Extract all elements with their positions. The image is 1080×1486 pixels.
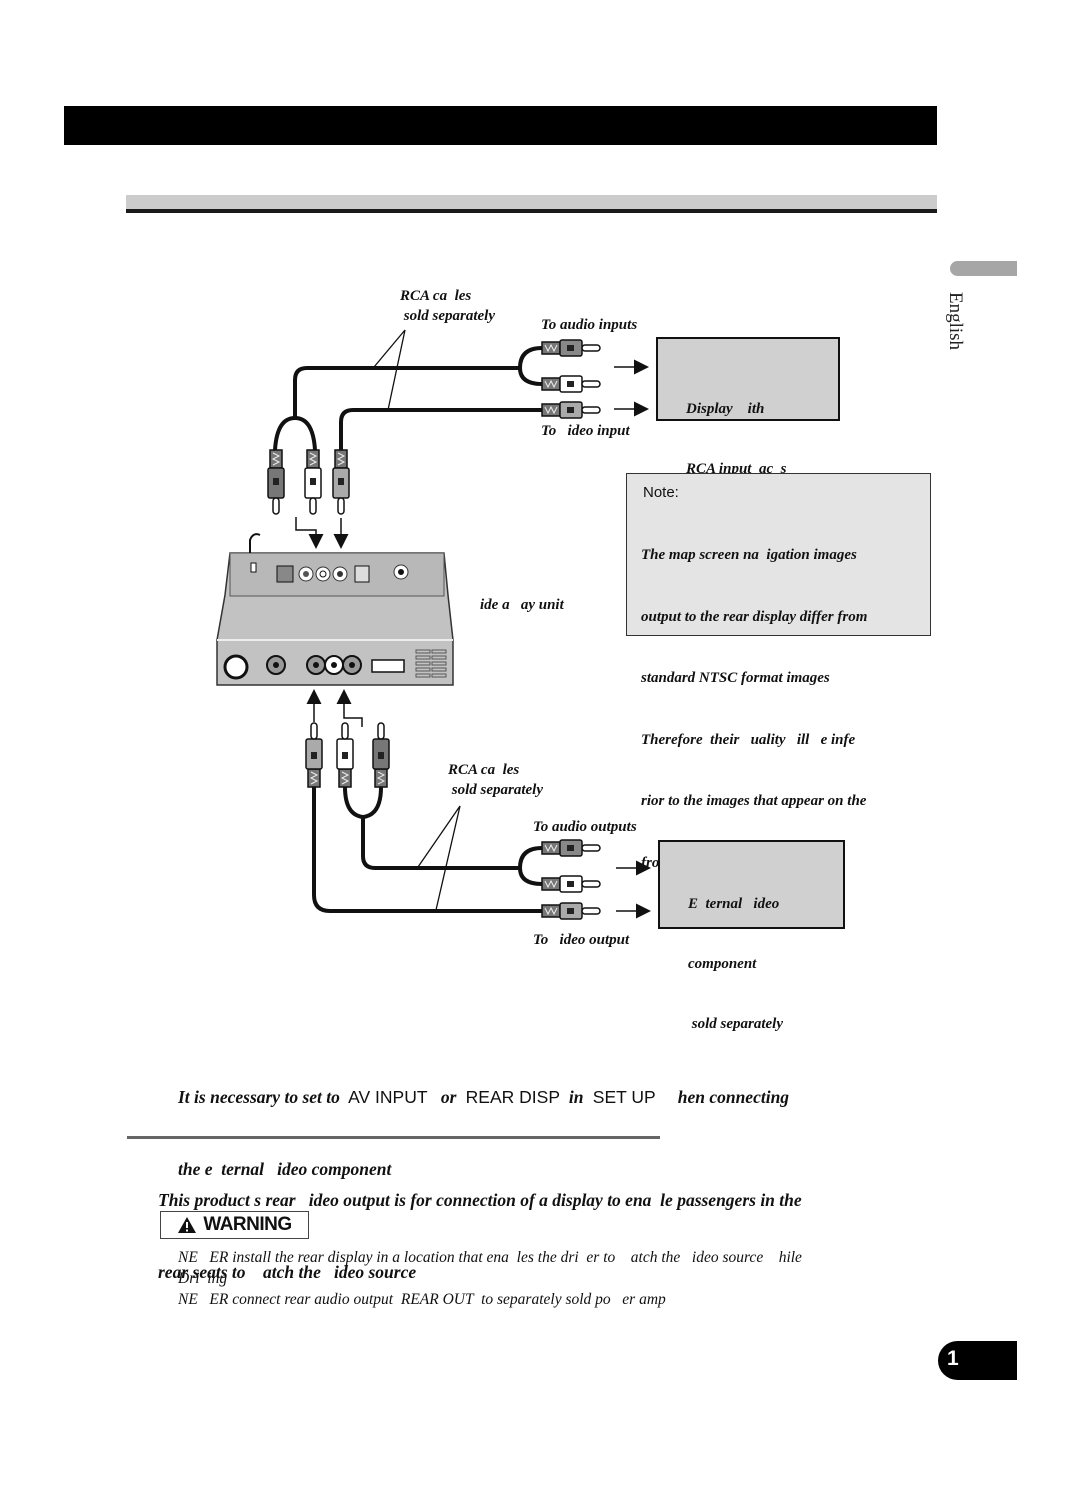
top-cables-label-2: sold separately xyxy=(400,308,495,324)
external-box-line1: E ternal ideo xyxy=(688,896,780,912)
instruction-text: hen connecting xyxy=(660,1087,790,1107)
plug-top-video xyxy=(541,401,601,419)
warning-triangle-icon xyxy=(178,1217,197,1233)
set-up-term: SET UP xyxy=(587,1087,661,1107)
note-line: rior to the images that appear on the xyxy=(641,793,867,809)
bottom-cables-label-1: RCA ca les xyxy=(448,762,520,778)
plug-down-video xyxy=(332,449,350,515)
plug-bottom-video xyxy=(541,902,601,920)
page-number-tab: 1 xyxy=(938,1341,1017,1380)
note-line: Therefore their uality ill e infe xyxy=(641,731,856,748)
section-rule xyxy=(127,1136,660,1139)
plug-down-white xyxy=(304,449,322,515)
unit-label: ide a ay unit xyxy=(480,597,564,613)
down-arrows xyxy=(295,517,349,549)
instruction-text: in xyxy=(564,1087,588,1107)
plug-up-video xyxy=(305,722,323,788)
up-arrows xyxy=(306,689,363,727)
note-line: output to the rear display differ from xyxy=(641,608,868,625)
note-line: standard NTSC format images xyxy=(641,670,830,686)
external-video-component-box: E ternal ideo component sold separately xyxy=(658,840,845,1032)
plug-bottom-white xyxy=(541,875,601,893)
external-box-line2: component xyxy=(688,956,757,972)
display-with-rca-box: Display ith RCA input ac s xyxy=(656,337,840,477)
top-video-cable xyxy=(339,408,542,450)
note-title: Note: xyxy=(643,484,679,501)
note-line: The map screen na igation images xyxy=(641,547,857,563)
plug-top-white xyxy=(541,375,601,393)
warning-label: WARNING xyxy=(203,1214,292,1235)
plug-up-white xyxy=(336,722,354,788)
bottom-leader-lines xyxy=(417,805,461,911)
top-audio-cable xyxy=(273,346,543,451)
note-box: Note: The map screen na igation images o… xyxy=(626,473,931,871)
rear-disp-term: REAR DISP xyxy=(460,1087,565,1107)
page-number: 1 xyxy=(947,1347,959,1370)
external-box-line3: sold separately xyxy=(688,1016,783,1032)
plug-top-red xyxy=(541,339,601,357)
top-arrows xyxy=(614,359,649,417)
plug-up-red xyxy=(372,722,390,788)
instruction-text: or xyxy=(432,1087,461,1107)
warning-item: Dri ing xyxy=(178,1270,228,1287)
to-audio-inputs-label: To audio inputs xyxy=(541,317,638,333)
bottom-audio-cable xyxy=(343,786,543,886)
warning-item: NE ER connect rear audio output REAR OUT… xyxy=(178,1291,666,1308)
warning-item: NE ER install the rear display in a loca… xyxy=(178,1249,802,1266)
top-cables-label-1: RCA ca les xyxy=(400,288,472,304)
to-video-output-label: To ideo output xyxy=(533,932,630,948)
to-audio-outputs-label: To audio outputs xyxy=(533,819,637,835)
display-box-line1: Display ith xyxy=(686,401,765,417)
warning-badge: WARNING xyxy=(160,1211,309,1239)
bottom-cables-label-2: sold separately xyxy=(448,782,543,798)
plug-bottom-red xyxy=(541,839,601,857)
instruction-text: It is necessary to set to xyxy=(178,1087,345,1107)
rear-output-line-1: This product s rear ideo output is for c… xyxy=(158,1190,802,1210)
video-unit-illustration xyxy=(216,533,454,686)
av-input-term: AV INPUT xyxy=(344,1087,433,1107)
to-video-input-label: To ideo input xyxy=(541,423,630,439)
plug-down-red xyxy=(267,449,285,515)
